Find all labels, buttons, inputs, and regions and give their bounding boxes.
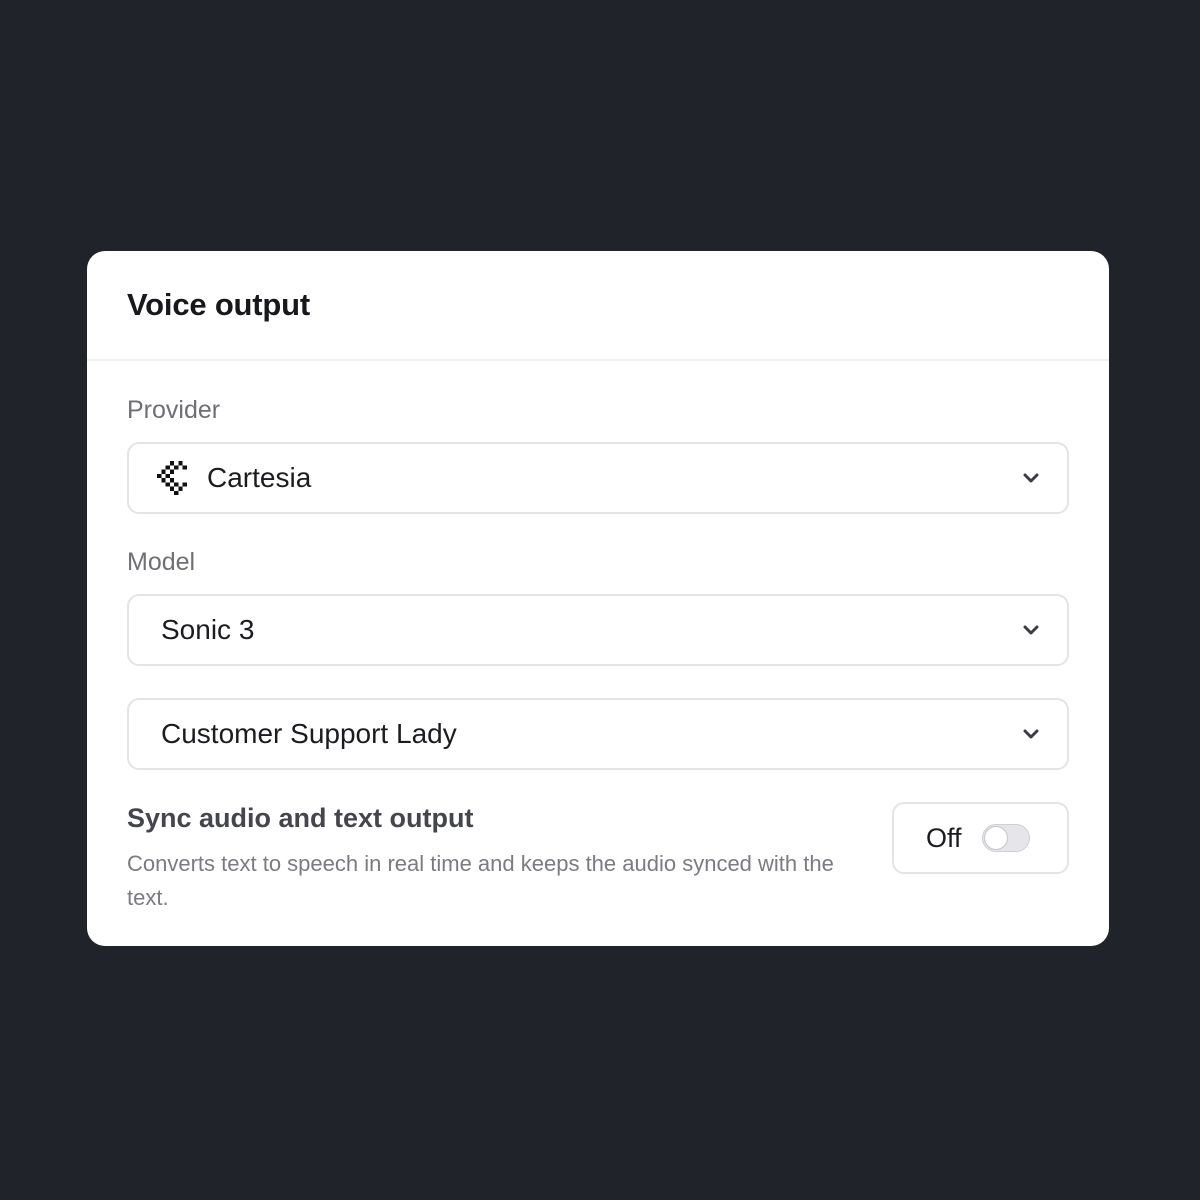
sync-setting-description: Converts text to speech in real time and… [127, 851, 834, 910]
panel-title: Voice output [127, 287, 311, 322]
sync-setting-title: Sync audio and text output [127, 803, 474, 833]
chevron-down-icon [1023, 729, 1039, 739]
model-label: Model [127, 548, 196, 576]
provider-value: Cartesia [207, 462, 312, 493]
panel-header: Voice output [87, 251, 1109, 361]
voice-value: Customer Support Lady [161, 718, 457, 749]
chevron-down-icon [1023, 473, 1039, 483]
voice-select[interactable]: Customer Support Lady [127, 698, 1069, 770]
cartesia-logo-icon [157, 461, 187, 495]
model-select[interactable]: Sonic 3 [127, 594, 1069, 666]
sync-toggle-container[interactable]: Off [892, 802, 1069, 874]
sync-toggle-label: Off [926, 822, 962, 853]
toggle-knob [983, 826, 1008, 850]
provider-select[interactable]: Cartesia [127, 442, 1069, 514]
model-value: Sonic 3 [161, 614, 255, 645]
provider-label: Provider [127, 396, 221, 424]
sync-toggle-switch[interactable] [981, 824, 1030, 852]
chevron-down-icon [1023, 625, 1039, 635]
voice-output-panel: Voice output Provider Cartesia Model Son… [87, 251, 1109, 946]
